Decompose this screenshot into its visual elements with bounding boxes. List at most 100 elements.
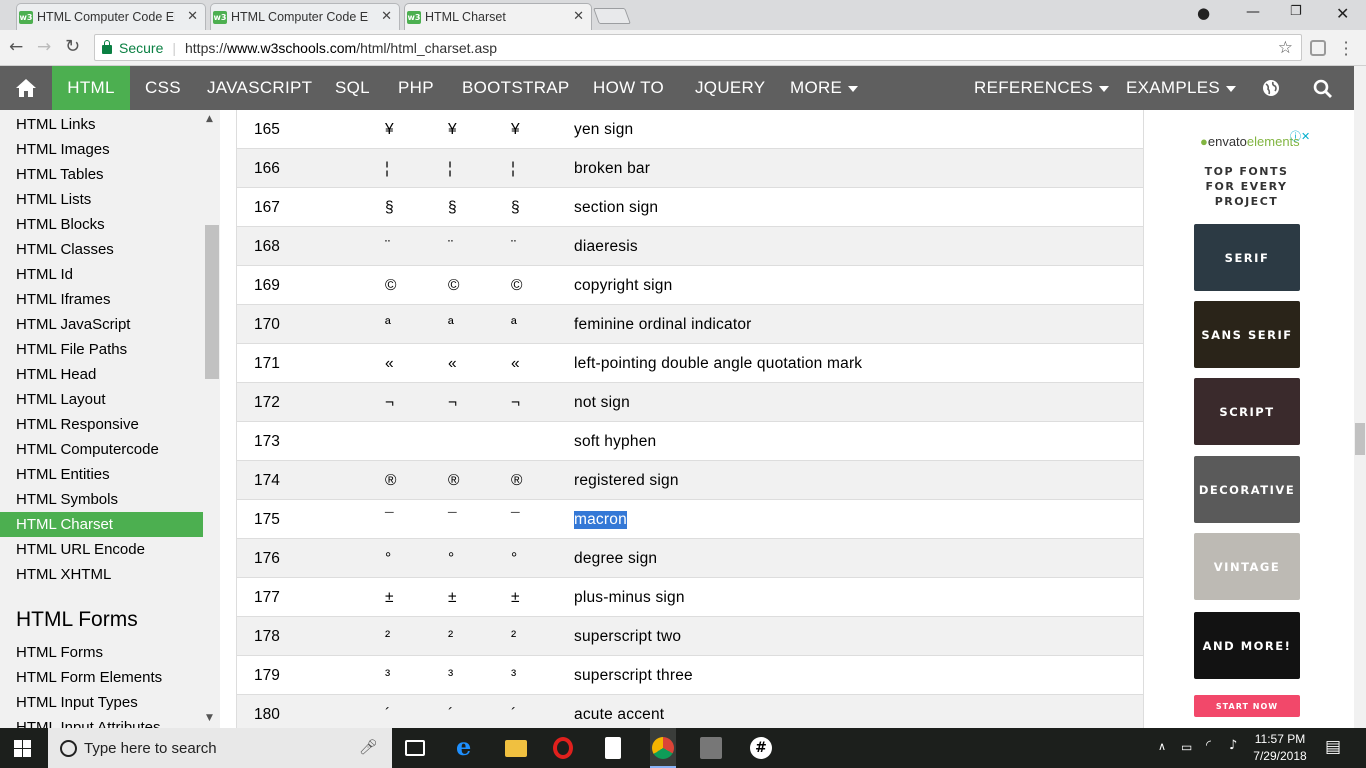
sidebar-item-head[interactable]: HTML Head	[0, 362, 203, 387]
browser-tab-active[interactable]: w3 HTML Charset ✕	[404, 3, 592, 30]
taskbar-search-input[interactable]: Type here to search 🎤︎	[48, 728, 392, 768]
row-character: ¨	[385, 238, 391, 255]
home-icon[interactable]	[0, 66, 52, 110]
ad-tile-vintage[interactable]: VINTAGE	[1194, 533, 1300, 600]
edge-icon[interactable]: e	[456, 732, 478, 761]
ad-tile-serif[interactable]: SERIF	[1194, 224, 1300, 291]
sidebar-item-javascript[interactable]: HTML JavaScript	[0, 312, 203, 337]
sidebar-item-iframes[interactable]: HTML Iframes	[0, 287, 203, 312]
ad-tile-decorative[interactable]: DECORATIVE	[1194, 456, 1300, 523]
chrome-icon[interactable]	[652, 737, 674, 759]
ad-tile-sans-serif[interactable]: SANS SERIF	[1194, 301, 1300, 368]
advertisement[interactable]: ●envatoelements ⓘ✕ TOP FONTS FOR EVERY P…	[1150, 110, 1354, 728]
sidebar-item-symbols[interactable]: HTML Symbols	[0, 487, 203, 512]
sidebar-item-url-encode[interactable]: HTML URL Encode	[0, 537, 203, 562]
nav-more[interactable]: MORE	[790, 66, 859, 110]
sidebar-item-classes[interactable]: HTML Classes	[0, 237, 203, 262]
sidebar-item-charset[interactable]: HTML Charset	[0, 512, 203, 537]
nav-bootstrap[interactable]: BOOTSTRAP	[462, 66, 570, 110]
profile-icon[interactable]: ●	[1197, 4, 1210, 22]
sidebar-item-form-elements[interactable]: HTML Form Elements	[0, 665, 203, 690]
row-entity-decimal: «	[448, 355, 457, 372]
ad-info-icon[interactable]: ⓘ✕	[1290, 128, 1310, 144]
nav-examples[interactable]: EXAMPLES	[1126, 66, 1237, 110]
extension-icon[interactable]	[1310, 40, 1326, 56]
url-separator: |	[172, 39, 176, 56]
row-entity-hex: «	[511, 355, 520, 372]
sidebar-item-blocks[interactable]: HTML Blocks	[0, 212, 203, 237]
tools-icon[interactable]	[700, 737, 722, 759]
scroll-down-arrow-icon[interactable]: ▼	[206, 713, 213, 723]
close-window-icon[interactable]: ✕	[1336, 4, 1349, 23]
table-row: 177 ± ± ± plus-minus sign	[237, 578, 1143, 617]
sidebar-item-lists[interactable]: HTML Lists	[0, 187, 203, 212]
slack-icon[interactable]: #	[750, 737, 772, 759]
ad-tile-script[interactable]: SCRIPT	[1194, 378, 1300, 445]
sidebar-item-images[interactable]: HTML Images	[0, 137, 203, 162]
opera-icon[interactable]	[553, 737, 573, 759]
nav-php[interactable]: PHP	[398, 66, 434, 110]
nav-javascript[interactable]: JAVASCRIPT	[207, 66, 312, 110]
taskbar-clock[interactable]: 11:57 PM 7/29/2018	[1248, 731, 1312, 765]
sidebar-item-tables[interactable]: HTML Tables	[0, 162, 203, 187]
battery-icon[interactable]: ▭	[1181, 740, 1192, 754]
envato-logo[interactable]: ●envatoelements	[1200, 134, 1300, 149]
ad-tile-and-more[interactable]: AND MORE!	[1194, 612, 1300, 679]
page-scroll-thumb[interactable]	[1355, 423, 1365, 455]
sidebar-scroll-thumb[interactable]	[205, 225, 219, 379]
search-icon[interactable]	[1313, 66, 1332, 110]
sidebar-item-forms[interactable]: HTML Forms	[0, 640, 203, 665]
restore-icon[interactable]: ❐	[1290, 4, 1302, 19]
sidebar-scrollbar[interactable]	[204, 110, 220, 728]
sidebar-item-links[interactable]: HTML Links	[0, 112, 203, 137]
w3schools-favicon: w3	[407, 11, 421, 24]
forward-arrow-icon[interactable]: →	[37, 37, 51, 57]
sidebar-item-entities[interactable]: HTML Entities	[0, 462, 203, 487]
volume-icon[interactable]: ♪	[1229, 738, 1237, 753]
new-tab-button[interactable]	[593, 8, 631, 24]
start-now-button[interactable]: START NOW	[1194, 695, 1300, 717]
nav-html[interactable]: HTML	[52, 66, 130, 110]
sidebar-item-xhtml[interactable]: HTML XHTML	[0, 562, 203, 587]
task-view-icon[interactable]	[405, 740, 425, 756]
microphone-icon[interactable]: 🎤︎	[359, 738, 378, 756]
sidebar-item-file-paths[interactable]: HTML File Paths	[0, 337, 203, 362]
browser-tab-1[interactable]: w3 HTML Computer Code Ele ✕	[16, 3, 206, 30]
wifi-icon[interactable]: ◜	[1206, 738, 1211, 753]
bookmark-star-icon[interactable]: ☆	[1278, 38, 1293, 58]
scroll-up-arrow-icon[interactable]: ▲	[206, 114, 213, 124]
row-character: ¬	[385, 394, 395, 411]
minimize-icon[interactable]: —	[1246, 4, 1260, 20]
nav-css[interactable]: CSS	[145, 66, 181, 110]
close-tab-icon[interactable]: ✕	[573, 9, 584, 24]
browser-menu-icon[interactable]: · · ·	[1340, 35, 1352, 63]
reload-icon[interactable]: ↻	[65, 36, 80, 57]
close-tab-icon[interactable]: ✕	[187, 9, 198, 24]
row-entity-decimal: ©	[448, 277, 460, 294]
sidebar-item-id[interactable]: HTML Id	[0, 262, 203, 287]
url-input[interactable]: Secure | https://www.w3schools.com/html/…	[94, 34, 1302, 61]
row-character: ª	[385, 316, 391, 333]
page-scrollbar[interactable]	[1354, 66, 1366, 728]
sidebar-item-responsive[interactable]: HTML Responsive	[0, 412, 203, 437]
sidebar-item-input-types[interactable]: HTML Input Types	[0, 690, 203, 715]
row-character: ¦	[385, 160, 390, 177]
browser-tab-2[interactable]: w3 HTML Computer Code Ele ✕	[210, 3, 400, 30]
sidebar-item-layout[interactable]: HTML Layout	[0, 387, 203, 412]
tray-chevron-icon[interactable]: ∧	[1158, 740, 1166, 753]
row-entity-hex: ¯	[511, 511, 520, 528]
nav-how-to[interactable]: HOW TO	[593, 66, 664, 110]
file-explorer-icon[interactable]	[505, 740, 527, 757]
sidebar-item-input-attributes[interactable]: HTML Input Attributes	[0, 715, 203, 728]
notifications-icon[interactable]: ▤	[1325, 737, 1341, 757]
back-arrow-icon[interactable]: ←	[9, 37, 23, 57]
nav-references[interactable]: REFERENCES	[974, 66, 1110, 110]
globe-icon[interactable]	[1262, 66, 1280, 110]
nav-jquery[interactable]: JQUERY	[695, 66, 765, 110]
windows-start-icon[interactable]	[14, 740, 31, 761]
notepad-icon[interactable]	[605, 737, 621, 759]
row-entity-hex: ³	[511, 667, 517, 684]
close-tab-icon[interactable]: ✕	[381, 9, 392, 24]
sidebar-item-computercode[interactable]: HTML Computercode	[0, 437, 203, 462]
nav-sql[interactable]: SQL	[335, 66, 370, 110]
